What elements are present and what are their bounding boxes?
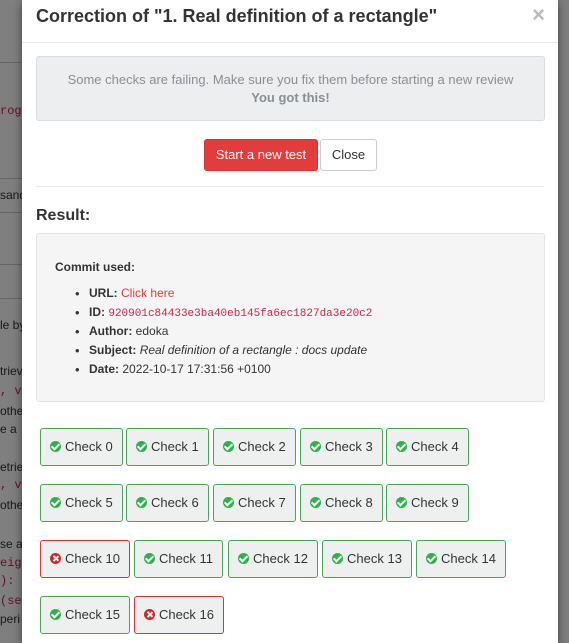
fail-circle-icon <box>50 553 61 564</box>
check-label: Check 13 <box>347 551 402 566</box>
check-button[interactable]: Check 15 <box>40 596 130 634</box>
check-circle-icon <box>144 553 155 564</box>
check-label: Check 15 <box>65 607 120 622</box>
check-circle-icon <box>310 497 321 508</box>
check-circle-icon <box>136 441 147 452</box>
check-label: Check 5 <box>65 495 113 510</box>
check-button[interactable]: Check 11 <box>134 540 223 578</box>
close-icon[interactable]: × <box>532 2 545 28</box>
commit-used-label: Commit used: <box>55 260 136 274</box>
check-button[interactable]: Check 12 <box>228 540 318 578</box>
commit-details-list: URL: Click here ID: 920901c84433e3ba40eb… <box>75 286 372 381</box>
commit-date-item: Date: 2022-10-17 17:31:56 +0100 <box>75 362 372 381</box>
url-label: URL: <box>89 286 118 300</box>
check-label: Check 3 <box>325 439 373 454</box>
check-button[interactable]: Check 9 <box>386 484 469 522</box>
commit-url-link[interactable]: Click here <box>121 286 174 300</box>
check-button[interactable]: Check 10 <box>40 540 130 578</box>
check-button[interactable]: Check 1 <box>126 428 209 466</box>
check-button[interactable]: Check 0 <box>40 428 123 466</box>
check-button[interactable]: Check 14 <box>416 540 506 578</box>
check-circle-icon <box>50 497 61 508</box>
commit-id-value: 920901c84433e3ba40eb145fa6ec1827da3e20c2 <box>108 308 373 320</box>
check-circle-icon <box>396 441 407 452</box>
modal-title: Correction of "1. Real definition of a r… <box>36 6 438 26</box>
commit-subject-value: Real definition of a rectangle : docs up… <box>139 343 368 357</box>
check-circle-icon <box>50 441 61 452</box>
close-button[interactable]: Close <box>320 139 377 171</box>
check-label: Check 10 <box>65 551 120 566</box>
check-label: Check 11 <box>159 551 213 566</box>
check-button[interactable]: Check 6 <box>126 484 209 522</box>
check-circle-icon <box>223 441 234 452</box>
check-label: Check 4 <box>411 439 459 454</box>
check-circle-icon <box>238 553 249 564</box>
date-label: Date: <box>89 362 120 376</box>
commit-author-item: Author: edoka <box>75 324 372 343</box>
section-divider <box>36 186 544 187</box>
check-label: Check 9 <box>411 495 459 510</box>
start-new-test-button[interactable]: Start a new test <box>204 139 318 171</box>
subject-label: Subject: <box>89 343 137 357</box>
check-button[interactable]: Check 8 <box>300 484 383 522</box>
check-circle-icon <box>50 609 61 620</box>
alert-message: Some checks are failing. Make sure you f… <box>67 72 514 87</box>
check-label: Check 0 <box>65 439 113 454</box>
check-button[interactable]: Check 16 <box>134 596 224 634</box>
commit-subject-item: Subject: Real definition of a rectangle … <box>75 343 372 362</box>
failing-checks-alert: Some checks are failing. Make sure you f… <box>36 56 545 121</box>
check-label: Check 16 <box>159 607 214 622</box>
check-button[interactable]: Check 5 <box>40 484 123 522</box>
commit-info-panel: Commit used: URL: Click here ID: 920901c… <box>36 233 545 402</box>
check-label: Check 6 <box>151 495 199 510</box>
modal-header: Correction of "1. Real definition of a r… <box>22 0 558 43</box>
check-circle-icon <box>426 553 437 564</box>
check-label: Check 12 <box>253 551 308 566</box>
commit-id-item: ID: 920901c84433e3ba40eb145fa6ec1827da3e… <box>75 305 372 324</box>
check-label: Check 8 <box>325 495 373 510</box>
check-label: Check 1 <box>151 439 199 454</box>
commit-author-value: edoka <box>135 324 169 338</box>
check-circle-icon <box>396 497 407 508</box>
result-heading: Result: <box>36 207 91 224</box>
check-circle-icon <box>332 553 343 564</box>
check-circle-icon <box>310 441 321 452</box>
check-label: Check 7 <box>238 495 286 510</box>
check-circle-icon <box>136 497 147 508</box>
id-label: ID: <box>89 305 105 319</box>
commit-date-value: 2022-10-17 17:31:56 +0100 <box>122 362 271 376</box>
commit-url-item: URL: Click here <box>75 286 372 305</box>
check-button[interactable]: Check 7 <box>213 484 296 522</box>
author-label: Author: <box>89 324 133 338</box>
check-button[interactable]: Check 13 <box>322 540 412 578</box>
check-circle-icon <box>223 497 234 508</box>
check-label: Check 2 <box>238 439 286 454</box>
alert-encouragement: You got this! <box>251 90 330 105</box>
check-button[interactable]: Check 3 <box>300 428 383 466</box>
check-button[interactable]: Check 4 <box>386 428 469 466</box>
fail-circle-icon <box>144 609 155 620</box>
correction-modal: Correction of "1. Real definition of a r… <box>22 0 558 643</box>
check-button[interactable]: Check 2 <box>213 428 296 466</box>
check-label: Check 14 <box>441 551 496 566</box>
